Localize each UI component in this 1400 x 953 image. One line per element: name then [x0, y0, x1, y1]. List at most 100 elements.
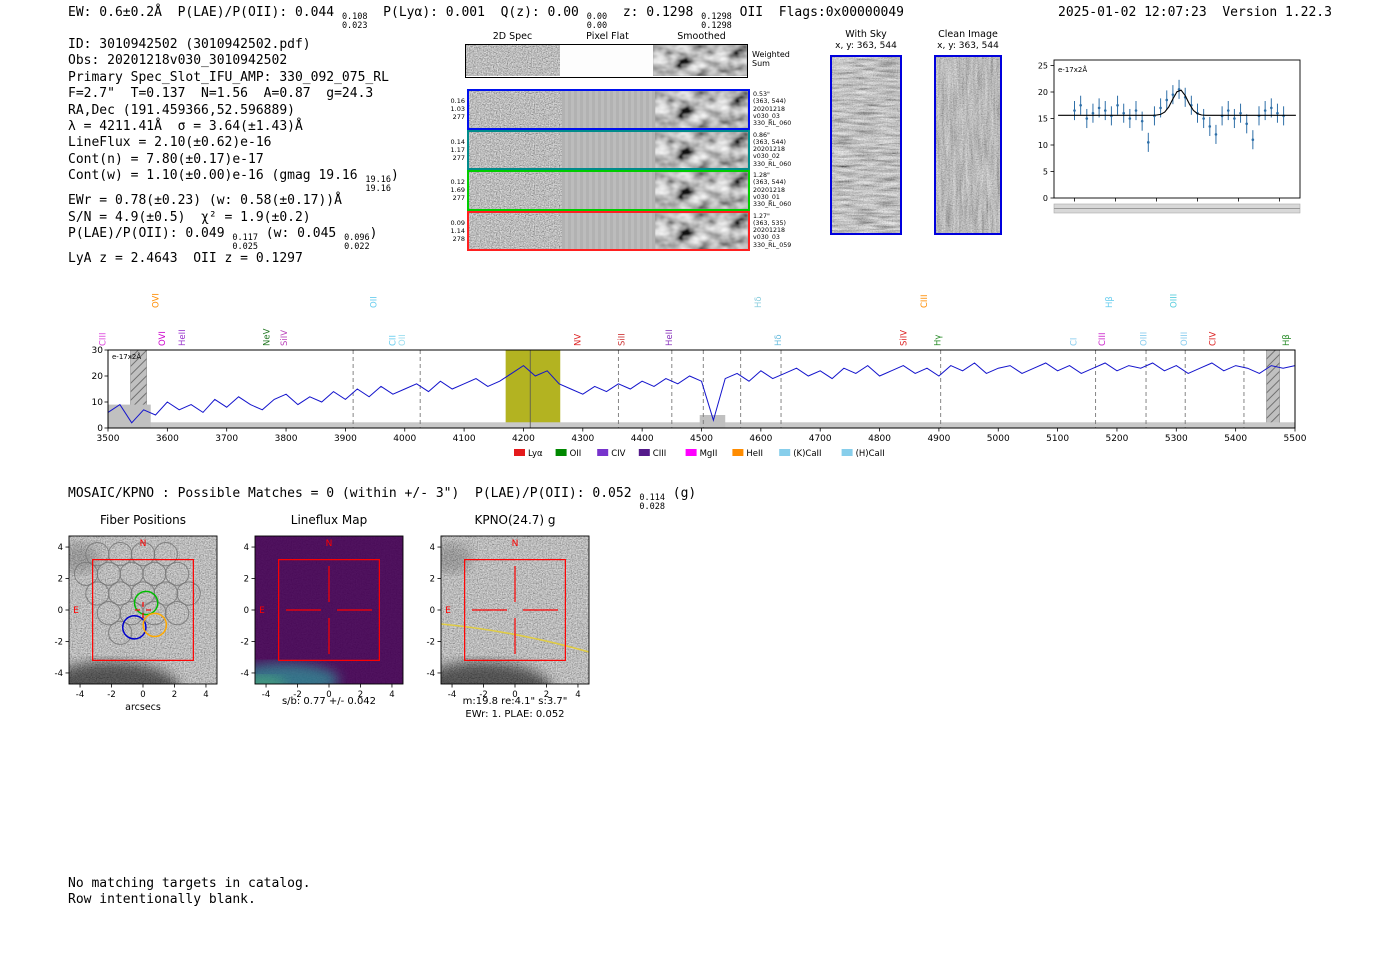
info-block: ID: 3010942502 (3010942502.pdf) Obs: 2020…: [68, 37, 399, 267]
svg-text:4600: 4600: [749, 434, 772, 444]
panel-fiber-positions-svg: N E -4 -4 -2 -2 0 0 2 2 4 4 arcsecs: [55, 535, 218, 713]
weighted-sum-label-line2: Sum: [752, 59, 770, 68]
svg-text:20: 20: [92, 372, 104, 382]
weighted-sum-strip: [465, 44, 748, 78]
cutout-rows: 0.16 1.03 277 0.53" (363, 544) 20201218 v030_0…: [443, 89, 823, 251]
svg-text:3900: 3900: [334, 434, 357, 444]
cutout-row-images: [467, 129, 750, 170]
svg-text:20: 20: [1038, 88, 1048, 97]
svg-text:2: 2: [430, 575, 435, 585]
svg-text:4000: 4000: [393, 434, 416, 444]
svg-text:e-17x2Å: e-17x2Å: [1058, 65, 1087, 74]
svg-text:OII: OII: [369, 296, 379, 308]
svg-text:5100: 5100: [1046, 434, 1069, 444]
svg-text:15: 15: [1038, 115, 1048, 124]
info-line: P(LAE)/P(OII): 0.049 0.117 0.025 (w: 0.04…: [68, 226, 378, 252]
svg-text:30: 30: [92, 346, 104, 356]
svg-text:E: E: [445, 606, 451, 616]
noise-image: [469, 91, 562, 128]
col-header-2dspec: 2D Spec: [492, 31, 533, 42]
svg-text:0: 0: [244, 606, 249, 616]
svg-text:OII: OII: [398, 334, 408, 346]
svg-text:arcsecs: arcsecs: [125, 702, 161, 713]
clean-image-coords: x, y: 363, 544: [937, 41, 999, 51]
inset-spectrum-plot: 0510152025416041804200422042404260e-17x2…: [1032, 48, 1307, 242]
clean-image-title: Clean Image: [938, 29, 998, 40]
panel-fiber-positions: N E -4 -4 -2 -2 0 0 2 2 4 4 arcsecs: [40, 528, 240, 732]
cutout-row-left-labels: 0.09 1.14 278: [450, 218, 465, 243]
svg-text:-4: -4: [427, 669, 435, 679]
svg-text:25: 25: [1038, 62, 1048, 71]
noise-image: [469, 131, 562, 168]
svg-text:CIII: CIII: [99, 333, 109, 346]
svg-text:3800: 3800: [275, 434, 298, 444]
svg-text:E: E: [259, 606, 265, 616]
svg-text:4100: 4100: [453, 434, 476, 444]
info-line: ID: 3010942502 (3010942502.pdf): [68, 37, 311, 52]
info-line: λ = 4211.41Å σ = 3.64(±1.43)Å: [68, 119, 303, 135]
svg-text:0: 0: [140, 690, 145, 700]
cutout-row-right-labels: 1.27" (363, 535) 20201218 v030_03 330_RL_059: [753, 212, 792, 249]
stacked-uncertainty: 0.117 0.025: [232, 233, 258, 252]
svg-text:CIII: CIII: [1098, 333, 1108, 346]
svg-text:OIII: OIII: [1169, 294, 1179, 308]
weighted-sum-label: Weighted Sum: [752, 50, 790, 68]
svg-text:Hγ: Hγ: [934, 335, 944, 346]
info-line: RA,Dec (191.459366,52.596889): [68, 102, 295, 118]
svg-text:4300: 4300: [571, 434, 594, 444]
svg-text:SiIV: SiIV: [899, 330, 909, 346]
svg-text:N: N: [140, 539, 147, 549]
svg-text:OII: OII: [570, 449, 582, 459]
svg-text:2: 2: [172, 690, 177, 700]
info-line: Cont(n) = 7.80(±0.17)e-17: [68, 151, 264, 167]
svg-text:SiII: SiII: [617, 333, 627, 346]
svg-text:OIII: OIII: [1140, 332, 1150, 346]
panel-title-kpno-g: KPNO(24.7) g: [474, 513, 556, 527]
cutout-row-images: [467, 210, 750, 251]
header-timestamp: 2025-01-02 12:07:23 Version 1.22.3: [1058, 5, 1332, 20]
svg-text:5000: 5000: [987, 434, 1010, 444]
svg-text:Hβ: Hβ: [1105, 296, 1115, 308]
svg-text:Hδ: Hδ: [754, 296, 764, 308]
svg-text:5300: 5300: [1165, 434, 1188, 444]
svg-text:-2: -2: [427, 637, 435, 647]
kpno-caption2: EWr: 1. PLAE: 0.052: [465, 709, 565, 720]
inset-plot-svg: 0510152025416041804200422042404260e-17x2…: [1038, 59, 1301, 214]
svg-text:(H)CaII: (H)CaII: [856, 449, 885, 459]
stacked-uncertainty: 0.114 0.028: [639, 493, 665, 512]
svg-text:(K)CaII: (K)CaII: [793, 449, 821, 459]
stacked-uncertainty: 0.096 0.022: [344, 233, 370, 252]
svg-text:NV: NV: [573, 334, 583, 346]
cutout-row: 0.09 1.14 278 1.27" (363, 535) 20201218 v030_0…: [443, 210, 823, 251]
svg-text:0: 0: [97, 424, 103, 434]
lineflux-caption: s/b: 0.77 +/- 0.042: [281, 696, 377, 707]
cutout-row: 0.16 1.03 277 0.53" (363, 544) 20201218 v030_0…: [443, 89, 823, 130]
cutout-row-images: [467, 89, 750, 130]
svg-text:HeII: HeII: [746, 449, 763, 459]
svg-text:OVI: OVI: [158, 331, 168, 346]
svg-text:CIII: CIII: [920, 295, 930, 308]
cutout-row-right-labels: 0.53" (363, 544) 20201218 v030_03 330_RL_060: [753, 91, 792, 128]
svg-text:N: N: [326, 539, 333, 549]
weighted-2dspec-image: [466, 45, 560, 77]
svg-text:3600: 3600: [156, 434, 179, 444]
weighted-smoothed-image: [653, 45, 748, 77]
info-line: Obs: 20201218v030_3010942502: [68, 53, 288, 69]
cutout-row-left-labels: 0.14 1.17 277: [450, 137, 465, 162]
svg-text:4400: 4400: [631, 434, 654, 444]
cutout-row-right-labels: 1.28" (363, 544) 20201218 v030_01 330_RL_060: [753, 172, 792, 209]
svg-text:HeII: HeII: [178, 329, 188, 346]
weighted-sum-label-line1: Weighted: [752, 50, 790, 59]
footer-line-2: Row intentionally blank.: [68, 891, 256, 907]
svg-text:HeII: HeII: [665, 329, 675, 346]
svg-text:-4: -4: [76, 690, 84, 700]
svg-text:5500: 5500: [1284, 434, 1307, 444]
detection-band: [505, 350, 561, 428]
svg-text:5: 5: [1043, 168, 1048, 177]
info-line: EWr = 0.78(±0.23) (w: 0.58(±0.17))Å: [68, 193, 342, 209]
svg-text:E: E: [73, 606, 79, 616]
info-line: Primary Spec_Slot_IFU_AMP: 330_092_075_R…: [68, 69, 389, 85]
clean-image-image: [934, 55, 1002, 235]
emission-line-labels: CIIIOVIOVI HeII NeV SiIVOIICII OII NV SiII HeII…: [99, 293, 1292, 346]
info-line: LineFlux = 2.10(±0.62)e-16: [68, 135, 272, 151]
